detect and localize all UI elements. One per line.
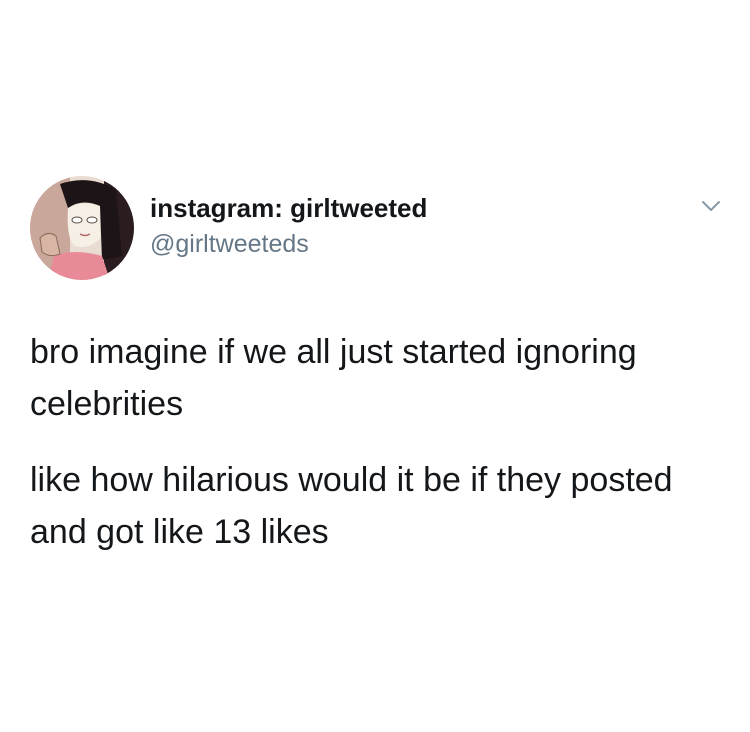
avatar[interactable] bbox=[30, 176, 134, 280]
handle[interactable]: @girltweeteds bbox=[150, 228, 309, 260]
tweet-text: bro imagine if we all just started ignor… bbox=[30, 326, 730, 582]
avatar-illustration bbox=[30, 176, 134, 280]
chevron-down-icon[interactable] bbox=[698, 196, 724, 216]
display-name[interactable]: instagram: girltweeted bbox=[150, 192, 427, 224]
tweet-paragraph: bro imagine if we all just started ignor… bbox=[30, 333, 637, 423]
tweet-paragraph: like how hilarious would it be if they p… bbox=[30, 461, 673, 551]
tweet-card: instagram: girltweeted @girltweeteds bro… bbox=[0, 0, 750, 732]
